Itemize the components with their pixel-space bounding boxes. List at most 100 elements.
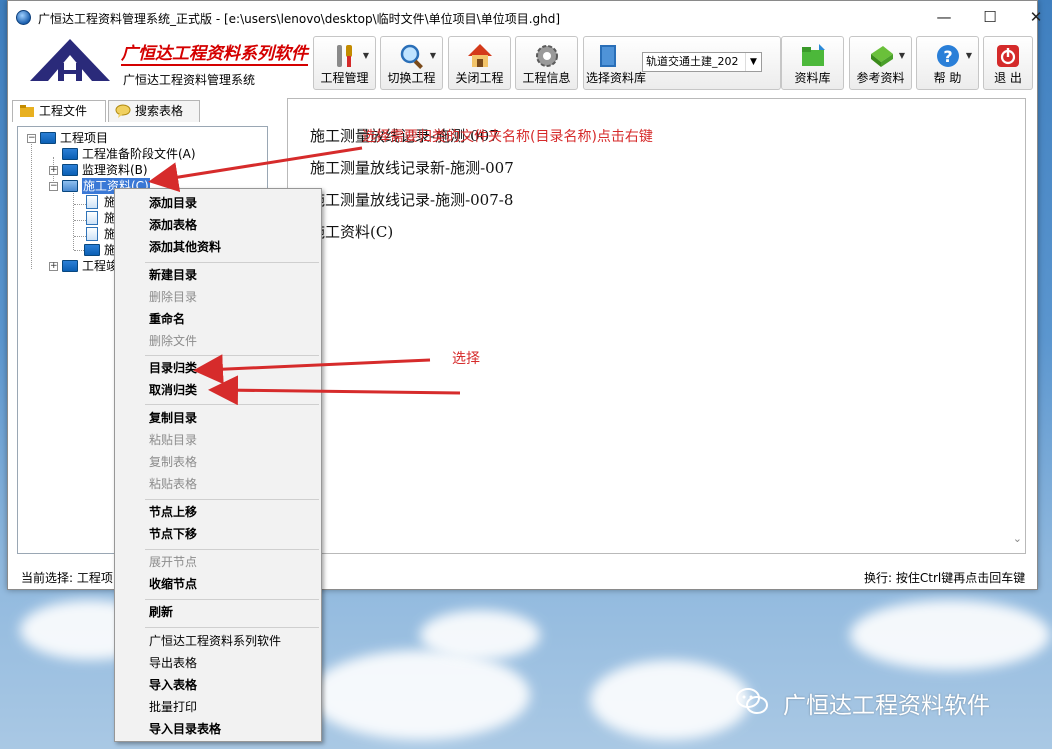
menu-software-series[interactable]: 广恒达工程资料系列软件: [149, 631, 281, 651]
menu-expand-node[interactable]: 展开节点: [149, 552, 197, 572]
switch-project-label: 切换工程: [387, 71, 436, 85]
reference-label: 参考资料: [856, 71, 905, 85]
menu-add-form[interactable]: 添加表格: [149, 215, 197, 235]
menu-paste-form[interactable]: 粘贴表格: [149, 474, 197, 494]
folder-icon: [801, 44, 825, 66]
tree-connector: [74, 220, 86, 221]
folder-icon: [62, 164, 78, 176]
menu-copy-form[interactable]: 复制表格: [149, 452, 197, 472]
exit-button[interactable]: 退 出: [983, 36, 1033, 90]
document-icon: [86, 195, 98, 209]
list-item[interactable]: 施工测量放线记录新-施测-007: [310, 157, 514, 178]
book-icon: [600, 45, 616, 67]
menu-cancel-classify[interactable]: 取消归类: [149, 380, 197, 400]
tree-connector: [74, 204, 86, 205]
tree-item-label: 工程竣: [82, 259, 119, 273]
project-management-label: 工程管理: [320, 71, 369, 85]
menu-separator: [145, 549, 319, 550]
gear-icon: [535, 45, 558, 67]
expand-icon[interactable]: +: [49, 262, 58, 271]
title-bar[interactable]: 广恒达工程资料管理系统_正式版 - [e:\users\lenovo\deskt…: [8, 1, 1042, 33]
library-dropdown[interactable]: 轨道交通土建_202 ▼: [642, 52, 762, 72]
menu-add-other[interactable]: 添加其他资料: [149, 237, 221, 257]
switch-project-button[interactable]: ▼ 切换工程: [380, 36, 443, 90]
list-item[interactable]: 施工测量放线记录-施测-007-8: [310, 189, 513, 210]
menu-collapse-node[interactable]: 收缩节点: [149, 574, 197, 594]
menu-batch-print[interactable]: 批量打印: [149, 697, 197, 717]
help-icon: ?: [936, 45, 959, 67]
watermark-text: 广恒达工程资料软件: [783, 693, 990, 719]
document-icon: [86, 227, 98, 241]
tab-search-forms-label: 搜索表格: [135, 104, 184, 118]
project-info-label: 工程信息: [522, 71, 571, 85]
library-label: 资料库: [794, 71, 831, 85]
folder-icon: [62, 148, 78, 160]
tab-project-files[interactable]: 工程文件: [12, 100, 106, 122]
help-button[interactable]: ? ▼ 帮 助: [916, 36, 979, 90]
tree-connector: [74, 236, 86, 237]
menu-classify-directory[interactable]: 目录归类: [149, 358, 197, 378]
menu-new-directory[interactable]: 新建目录: [149, 265, 197, 285]
status-current-selection: 当前选择: 工程项: [21, 571, 113, 585]
menu-refresh[interactable]: 刷新: [149, 602, 173, 622]
document-icon: [86, 211, 98, 225]
open-folder-icon: [62, 180, 78, 192]
annotation-text-top: 选择需要归类的文件夹名称(目录名称)点击右键: [362, 129, 653, 145]
cloud: [850, 600, 1050, 670]
reference-button[interactable]: ▼ 参考资料: [849, 36, 912, 90]
chevron-down-icon: ▼: [898, 51, 905, 60]
project-info-button[interactable]: 工程信息: [515, 36, 578, 90]
menu-separator: [145, 499, 319, 500]
collapse-icon[interactable]: −: [49, 182, 58, 191]
expand-icon[interactable]: +: [49, 166, 58, 175]
cloud: [420, 610, 540, 660]
menu-separator: [145, 627, 319, 628]
chevron-down-icon: ▼: [362, 51, 369, 60]
tab-search-forms[interactable]: 搜索表格: [108, 100, 200, 122]
folder-icon: [20, 105, 34, 117]
folder-icon: [62, 260, 78, 272]
annotation-text-middle: 选择: [452, 351, 480, 367]
menu-rename[interactable]: 重命名: [149, 309, 185, 329]
library-button[interactable]: 资料库: [781, 36, 844, 90]
help-label: 帮 助: [933, 71, 962, 85]
exit-label: 退 出: [994, 71, 1022, 85]
menu-separator: [145, 404, 319, 405]
close-button[interactable]: ✕: [1013, 1, 1052, 33]
tree-item-label: 工程项目: [60, 131, 109, 145]
menu-copy-directory[interactable]: 复制目录: [149, 408, 197, 428]
menu-import-form[interactable]: 导入表格: [149, 675, 197, 695]
project-management-button[interactable]: ▼ 工程管理: [313, 36, 376, 90]
folder-icon: [84, 244, 100, 256]
maximize-button[interactable]: ☐: [967, 1, 1013, 33]
tools-icon: [336, 45, 352, 67]
select-library-button[interactable]: 选择资料库 轨道交通土建_202 ▼: [583, 36, 781, 90]
book-stack-icon: [870, 46, 893, 67]
cloud: [310, 650, 530, 740]
tree-item-label: 监理资料(B): [82, 163, 148, 177]
scroll-down-icon[interactable]: ⌄: [1013, 532, 1022, 545]
menu-move-node-up[interactable]: 节点上移: [149, 502, 197, 522]
menu-import-directory-form[interactable]: 导入目录表格: [149, 719, 221, 739]
menu-delete-directory[interactable]: 删除目录: [149, 287, 197, 307]
menu-move-node-down[interactable]: 节点下移: [149, 524, 197, 544]
collapse-icon[interactable]: −: [27, 134, 36, 143]
wechat-icon: [736, 688, 768, 714]
menu-add-directory[interactable]: 添加目录: [149, 193, 197, 213]
chevron-down-icon: ▼: [429, 51, 436, 60]
close-project-button[interactable]: 关闭工程: [448, 36, 511, 90]
menu-export-form[interactable]: 导出表格: [149, 653, 197, 673]
menu-delete-file[interactable]: 删除文件: [149, 331, 197, 351]
power-icon: [997, 45, 1019, 67]
menu-separator: [145, 262, 319, 263]
toolbar: 广恒达工程资料系列软件 广恒达工程资料管理系统 ▼ 工程管理 ▼ 切换工程 关闭…: [8, 33, 1037, 93]
list-item[interactable]: 施工资料(C): [310, 221, 393, 242]
app-icon: [16, 10, 31, 25]
folder-icon: [40, 132, 56, 144]
chevron-down-icon: ▼: [745, 53, 761, 71]
content-panel[interactable]: 施工测量放线记录-施测-007 施工测量放线记录新-施测-007 施工测量放线记…: [287, 98, 1026, 554]
minimize-button[interactable]: —: [921, 1, 967, 33]
menu-paste-directory[interactable]: 粘贴目录: [149, 430, 197, 450]
chat-bubble-icon: [115, 104, 131, 118]
tree-item-label: 工程准备阶段文件(A): [82, 147, 196, 161]
